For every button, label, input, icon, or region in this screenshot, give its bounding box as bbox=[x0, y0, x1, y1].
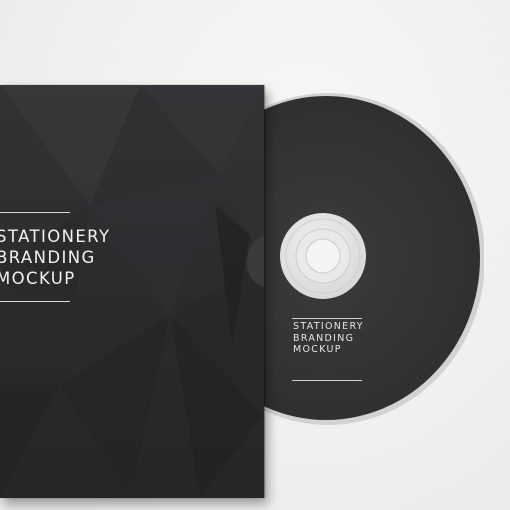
sleeve-title-line-2: BRANDING bbox=[0, 248, 96, 267]
disc-bottom-rule bbox=[292, 380, 362, 381]
sleeve-thumb-notch bbox=[247, 235, 264, 287]
disc-title-line-2: BRANDING bbox=[293, 332, 355, 344]
sleeve-top-rule bbox=[0, 212, 70, 213]
disc-title-line-3: MOCKUP bbox=[293, 344, 342, 355]
mockup-scene: STATIONERY BRANDING MOCKUP STATIONERY BR… bbox=[0, 0, 510, 510]
sleeve-bottom-rule bbox=[0, 301, 70, 302]
disc-title: STATIONERY BRANDING MOCKUP bbox=[293, 321, 364, 356]
sleeve-title-line-1: STATIONERY bbox=[0, 227, 111, 246]
sleeve-title-line-3: MOCKUP bbox=[0, 269, 76, 288]
sleeve-title: STATIONERY BRANDING MOCKUP bbox=[0, 226, 110, 289]
disc-graphic bbox=[248, 93, 484, 425]
disc-top-rule bbox=[292, 318, 362, 319]
disc-title-line-1: STATIONERY bbox=[293, 321, 364, 332]
sleeve-polygon-texture bbox=[0, 85, 264, 498]
cd-sleeve: STATIONERY BRANDING MOCKUP bbox=[0, 85, 264, 498]
cd-disc: STATIONERY BRANDING MOCKUP bbox=[248, 93, 484, 425]
